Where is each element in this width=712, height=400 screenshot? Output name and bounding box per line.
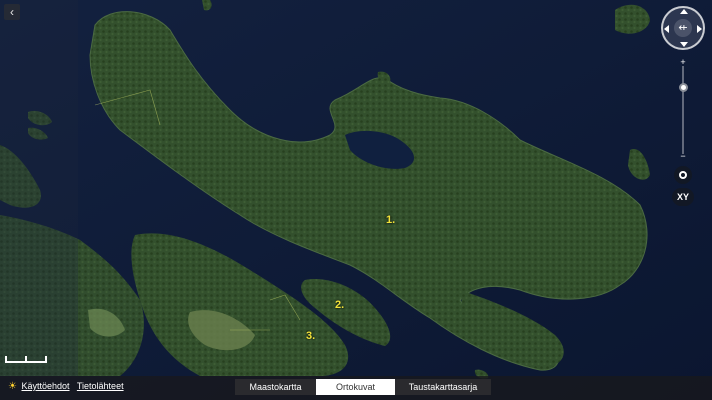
terms-link[interactable]: Käyttöehdot [21,381,69,391]
arrow-left-icon[interactable] [664,25,669,33]
zoom-slider-handle[interactable] [679,83,688,92]
data-sources-link[interactable]: Tietolähteet [77,381,124,391]
aerial-imagery [0,0,712,400]
orthophoto-map[interactable] [0,0,712,400]
tab-maastokartta[interactable]: Maastokartta [235,379,316,395]
compass-icon[interactable]: ⇷ [661,6,705,50]
arrow-down-icon[interactable] [680,42,688,47]
arrow-right-icon[interactable] [697,25,702,33]
map-label-1: 1. [386,214,396,226]
scale-tick [25,356,27,363]
lightbulb-icon: ☀ [8,381,17,392]
locate-icon[interactable] [674,166,692,184]
tab-taustakarttasarja[interactable]: Taustakarttasarja [395,379,491,395]
zoom-slider-track[interactable] [682,66,684,154]
map-type-tabs: Maastokartta Ortokuvat Taustakarttasarja [235,379,491,395]
rotate-icon[interactable]: ⇷ [674,19,692,37]
chevron-left-icon[interactable]: ‹ [4,4,20,20]
locate-dot [679,171,687,179]
scale-tick [45,356,47,363]
map-label-2: 2. [335,299,345,311]
zoom-out-button[interactable]: − [678,151,688,161]
tab-ortokuvat[interactable]: Ortokuvat [316,379,395,395]
arrow-up-icon[interactable] [680,9,688,14]
footer-links: ☀ Käyttöehdot Tietolähteet [8,381,129,392]
xy-coordinates-button[interactable]: XY [672,188,694,206]
side-panel [0,0,78,378]
scale-bar [5,355,47,363]
scale-tick [5,356,7,363]
map-label-3: 3. [306,330,316,342]
